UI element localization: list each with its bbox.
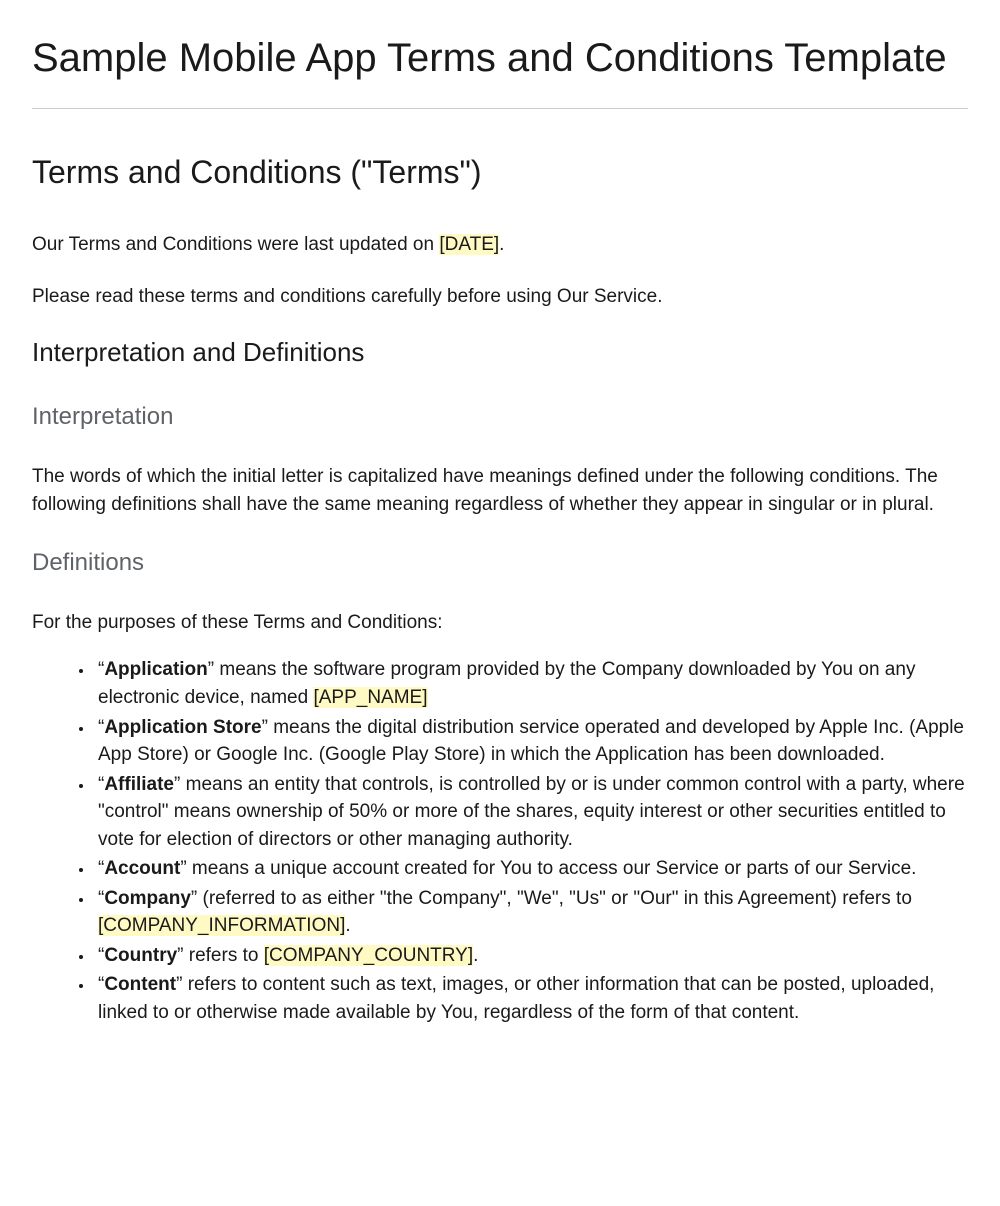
definition-application-store: “Application Store” means the digital di… [94,714,968,769]
date-placeholder: [DATE] [439,234,499,255]
definition-text: ” means a unique account created for You… [180,858,916,879]
term-account: Account [104,858,180,879]
interpretation-definitions-heading: Interpretation and Definitions [32,334,968,372]
interpretation-body: The words of which the initial letter is… [32,463,968,518]
page-title: Sample Mobile App Terms and Conditions T… [32,32,968,84]
definitions-intro: For the purposes of these Terms and Cond… [32,609,968,637]
definition-company: “Company” (referred to as either "the Co… [94,885,968,940]
interpretation-heading: Interpretation [32,400,968,435]
definition-text: ” means the software program provided by… [98,659,915,708]
definition-text: ” means an entity that controls, is cont… [98,774,965,850]
definition-affiliate: “Affiliate” means an entity that control… [94,771,968,854]
last-updated-text: Our Terms and Conditions were last updat… [32,231,968,259]
trail: . [473,945,478,966]
term-country: Country [104,945,177,966]
intro-paragraph-2: Please read these terms and conditions c… [32,283,968,311]
term-application: Application [104,659,207,680]
definition-content: “Content” refers to content such as text… [94,971,968,1026]
intro-prefix: Our Terms and Conditions were last updat… [32,234,439,255]
company-info-placeholder: [COMPANY_INFORMATION] [98,915,345,936]
intro-suffix: . [499,234,504,255]
term-company: Company [104,888,191,909]
trail: . [345,915,350,936]
definition-text: ” refers to [177,945,264,966]
term-application-store: Application Store [104,717,261,738]
definitions-heading: Definitions [32,546,968,581]
term-affiliate: Affiliate [104,774,174,795]
definition-country: “Country” refers to [COMPANY_COUNTRY]. [94,942,968,970]
term-content: Content [104,974,176,995]
section-heading: Terms and Conditions ("Terms") [32,149,968,195]
definition-application: “Application” means the software program… [94,656,968,711]
divider [32,108,968,109]
definition-text: ” (referred to as either "the Company", … [191,888,912,909]
definition-account: “Account” means a unique account created… [94,855,968,883]
company-country-placeholder: [COMPANY_COUNTRY] [264,945,473,966]
app-name-placeholder: [APP_NAME] [313,687,427,708]
definition-text: ” refers to content such as text, images… [98,974,934,1023]
definitions-list: “Application” means the software program… [32,656,968,1026]
